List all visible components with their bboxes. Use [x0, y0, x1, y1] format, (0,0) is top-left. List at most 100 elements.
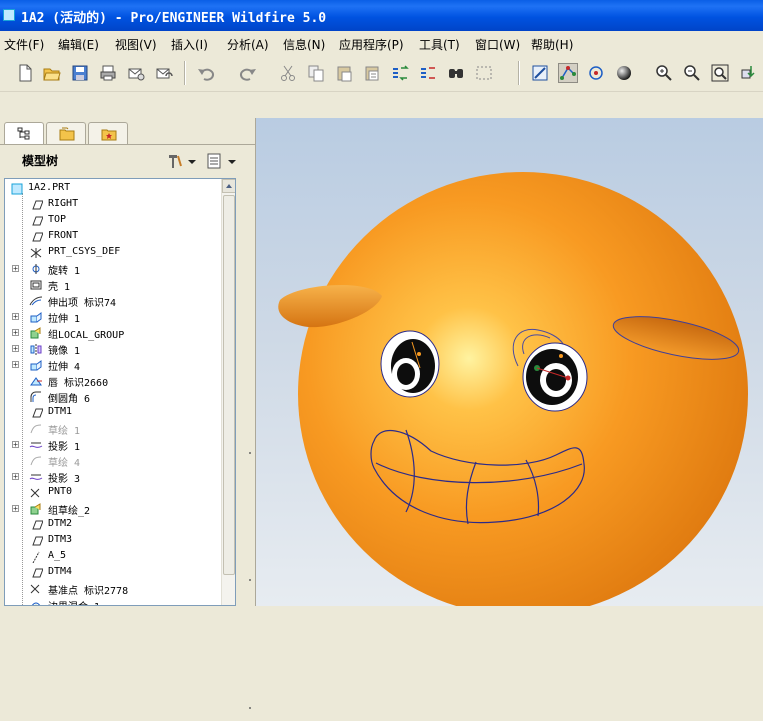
orient-mode-icon[interactable]	[586, 63, 606, 83]
tree-item[interactable]: + 镜像 1	[5, 341, 225, 357]
repaint-icon[interactable]	[530, 63, 550, 83]
settings-tools-icon	[169, 155, 196, 168]
projection-icon	[29, 471, 43, 483]
datum-plane-icon	[29, 535, 44, 547]
tree-item[interactable]: + 旋转 1	[5, 261, 225, 277]
panel-splitter[interactable]	[247, 408, 253, 718]
expand-icon[interactable]: +	[12, 361, 19, 369]
tree-item[interactable]: FRONT	[5, 229, 225, 245]
tree-scrollbar[interactable]	[221, 179, 235, 605]
email-link-icon[interactable]	[154, 63, 174, 83]
menu-edit[interactable]: 编辑(E)	[58, 36, 99, 53]
scroll-thumb[interactable]	[223, 195, 235, 575]
head-body[interactable]	[298, 172, 748, 606]
tree-item[interactable]: DTM1	[5, 405, 225, 421]
favorites-tab[interactable]	[88, 122, 128, 144]
tree-item[interactable]: + 组LOCAL_GROUP	[5, 325, 225, 341]
folder-browser-tab[interactable]	[46, 122, 86, 144]
tree-item[interactable]: PRT_CSYS_DEF	[5, 245, 225, 261]
tree-item[interactable]: 伸出项 标识74	[5, 293, 225, 309]
paste-icon[interactable]	[334, 63, 354, 83]
datum-point-icon	[29, 487, 43, 499]
expand-icon[interactable]: +	[12, 473, 19, 481]
tree-item[interactable]: 1A2.PRT	[5, 181, 225, 197]
copy-icon[interactable]	[306, 63, 326, 83]
menu-window[interactable]: 窗口(W)	[475, 36, 520, 53]
left-eye[interactable]	[380, 330, 440, 398]
select-box-icon[interactable]	[474, 63, 494, 83]
expand-icon[interactable]: +	[12, 441, 19, 449]
expand-icon[interactable]: +	[12, 313, 19, 321]
tree-item[interactable]: + 组草绘_2	[5, 501, 225, 517]
tree-show-button[interactable]	[206, 152, 240, 170]
expand-icon[interactable]: +	[12, 505, 19, 513]
tree-item[interactable]: DTM2	[5, 517, 225, 533]
zoom-in-icon[interactable]	[654, 63, 674, 83]
regenerate-icon[interactable]	[390, 63, 410, 83]
tree-item[interactable]: 草绘 4	[5, 453, 225, 469]
app-icon[interactable]	[3, 9, 15, 21]
refit-icon[interactable]	[710, 63, 730, 83]
tree-item-label: 拉伸 4	[48, 362, 81, 373]
print-icon[interactable]	[98, 63, 118, 83]
menu-applications[interactable]: 应用程序(P)	[339, 36, 404, 53]
reorient-icon[interactable]	[738, 63, 758, 83]
save-icon[interactable]	[70, 63, 90, 83]
tree-item[interactable]: 唇 标识2660	[5, 373, 225, 389]
tree-item-label: 草绘 1	[48, 426, 81, 437]
menu-tools[interactable]: 工具(T)	[419, 36, 460, 53]
tree-item[interactable]: A_5	[5, 549, 225, 565]
menu-help[interactable]: 帮助(H)	[531, 36, 573, 53]
expand-icon[interactable]: +	[12, 345, 19, 353]
tree-item[interactable]: DTM3	[5, 533, 225, 549]
menu-insert[interactable]: 插入(I)	[171, 36, 208, 53]
tree-item[interactable]: 边界混合 1	[5, 597, 225, 605]
open-folder-icon[interactable]	[42, 63, 62, 83]
navigator-panel: 模型树 1A2.PRT RIGHT TOP FRONT PRT_CSYS_DEF + 旋转 …	[0, 118, 256, 709]
model-tree[interactable]: 1A2.PRT RIGHT TOP FRONT PRT_CSYS_DEF + 旋转 1 壳 1…	[4, 178, 236, 606]
find-icon[interactable]	[446, 63, 466, 83]
tree-item-label: DTM1	[48, 406, 73, 417]
expand-icon[interactable]: +	[12, 329, 19, 337]
spin-center-icon[interactable]	[558, 63, 578, 83]
menu-info[interactable]: 信息(N)	[283, 36, 325, 53]
extrude-icon	[29, 311, 43, 323]
tree-item[interactable]: + 投影 3	[5, 469, 225, 485]
shade-icon[interactable]	[614, 63, 634, 83]
tree-item-label: PNT0	[48, 486, 73, 497]
tree-settings-button[interactable]	[166, 152, 200, 170]
tree-item-label: TOP	[48, 214, 67, 225]
tree-item[interactable]: TOP	[5, 213, 225, 229]
undo-icon[interactable]	[196, 63, 216, 83]
paste-special-icon[interactable]	[362, 63, 382, 83]
tab-divider	[0, 144, 256, 145]
menu-file[interactable]: 文件(F)	[4, 36, 44, 53]
tree-item[interactable]: 倒圆角 6	[5, 389, 225, 405]
tree-item[interactable]: + 拉伸 1	[5, 309, 225, 325]
redo-icon[interactable]	[238, 63, 258, 83]
scroll-up-button[interactable]	[222, 179, 235, 193]
coordinate-system-icon	[29, 247, 43, 259]
email-icon[interactable]	[126, 63, 146, 83]
tree-item-label: 投影 1	[48, 442, 81, 453]
tree-item[interactable]: 草绘 1	[5, 421, 225, 437]
tree-item[interactable]: + 拉伸 4	[5, 357, 225, 373]
menu-analysis[interactable]: 分析(A)	[227, 36, 269, 53]
tree-item[interactable]: PNT0	[5, 485, 225, 501]
menu-view[interactable]: 视图(V)	[115, 36, 157, 53]
tree-item-label: 基准点 标识2778	[48, 586, 129, 597]
new-file-icon[interactable]	[15, 63, 35, 83]
cut-icon[interactable]	[278, 63, 298, 83]
tree-item[interactable]: 基准点 标识2778	[5, 581, 225, 597]
tree-item[interactable]: RIGHT	[5, 197, 225, 213]
regen-manager-icon[interactable]	[418, 63, 438, 83]
tree-item[interactable]: 壳 1	[5, 277, 225, 293]
zoom-out-icon[interactable]	[682, 63, 702, 83]
tree-item[interactable]: + 投影 1	[5, 437, 225, 453]
graphics-window[interactable]	[256, 118, 763, 606]
shell-icon	[29, 279, 43, 291]
expand-icon[interactable]: +	[12, 265, 19, 273]
model-tree-tab[interactable]	[4, 122, 44, 144]
tree-item[interactable]: DTM4	[5, 565, 225, 581]
model-render	[278, 172, 748, 606]
